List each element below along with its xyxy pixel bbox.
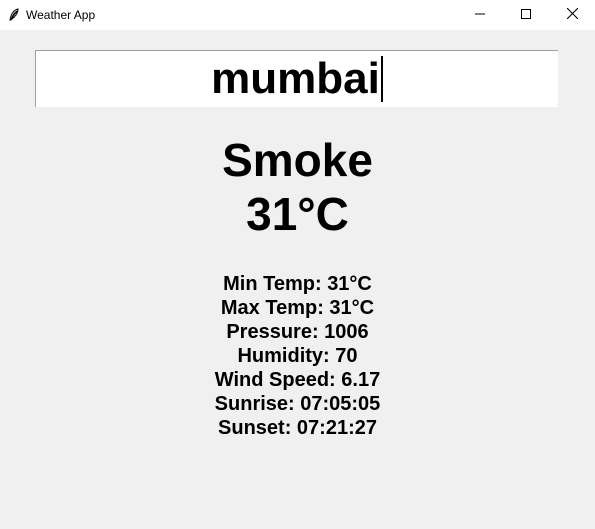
- app-window: Weather App mumbai Smoke 31°C Min Temp: …: [0, 0, 595, 529]
- city-search-input[interactable]: mumbai: [35, 50, 558, 107]
- minimize-button[interactable]: [457, 0, 503, 30]
- title-bar[interactable]: Weather App: [0, 0, 595, 30]
- weather-details: Min Temp: 31°C Max Temp: 31°C Pressure: …: [0, 272, 595, 440]
- maximize-icon: [521, 6, 531, 24]
- window-controls: [457, 0, 595, 30]
- min-temp-label: Min Temp: 31°C: [223, 273, 372, 295]
- max-temp-label: Max Temp: 31°C: [220, 297, 375, 319]
- current-temperature: 31°C: [246, 188, 349, 240]
- maximize-button[interactable]: [503, 0, 549, 30]
- wind-speed-label: Wind Speed: 6.17: [214, 369, 381, 391]
- close-button[interactable]: [549, 0, 595, 30]
- weather-condition: Smoke: [222, 134, 373, 186]
- minimize-icon: [475, 6, 485, 24]
- feather-icon: [6, 7, 22, 23]
- close-icon: [566, 6, 578, 24]
- city-search-value: mumbai: [211, 54, 380, 103]
- window-title: Weather App: [26, 8, 96, 22]
- humidity-label: Humidity: 70: [237, 345, 358, 367]
- text-caret: [380, 56, 383, 102]
- pressure-label: Pressure: 1006: [226, 321, 369, 343]
- sunset-label: Sunset: 07:21:27: [218, 417, 377, 439]
- sunrise-label: Sunrise: 07:05:05: [214, 393, 381, 415]
